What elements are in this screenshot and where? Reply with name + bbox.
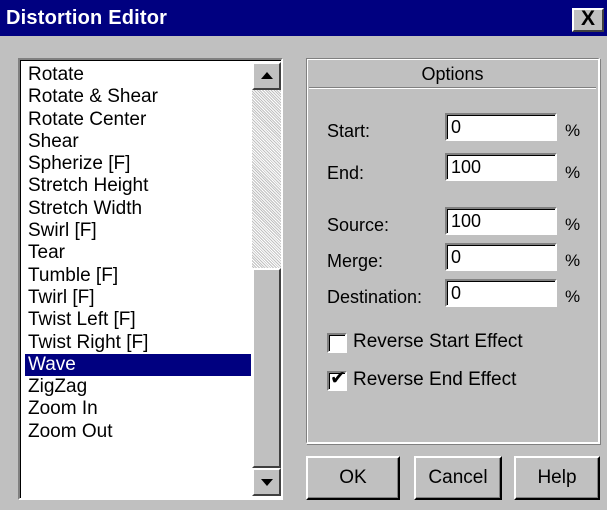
end-label: End: <box>327 163 365 183</box>
options-header: Options <box>309 61 596 88</box>
scroll-thumb[interactable] <box>252 268 281 468</box>
source-percent: % <box>565 215 581 234</box>
list-item[interactable]: Tear <box>25 242 251 264</box>
merge-percent: % <box>565 251 581 270</box>
destination-input[interactable]: 0 <box>445 279 557 307</box>
window-title: Distortion Editor <box>6 7 168 29</box>
options-panel: Options Start: 0 % End: 100 % Source: 10… <box>306 58 600 444</box>
list-item[interactable]: Wave <box>25 353 251 377</box>
list-item[interactable]: Swirl [F] <box>25 220 251 242</box>
list-item[interactable]: Twist Right [F] <box>25 332 251 354</box>
merge-input[interactable]: 0 <box>445 243 557 271</box>
distortion-list-items: Rotate Rotate & Shear Rotate Center Shear Sp… <box>25 64 251 443</box>
start-percent: % <box>565 121 581 140</box>
help-button[interactable]: Help <box>514 456 600 500</box>
reverse-start-label: Reverse Start Effect <box>353 331 523 352</box>
reverse-start-checkbox[interactable] <box>327 333 347 353</box>
list-item[interactable]: Rotate Center <box>25 109 251 131</box>
list-item[interactable]: Rotate & Shear <box>25 86 251 108</box>
source-label: Source: <box>327 215 390 235</box>
start-label: Start: <box>327 121 371 141</box>
source-input[interactable]: 100 <box>445 207 557 235</box>
list-scrollbar[interactable] <box>252 62 281 496</box>
distortion-list[interactable]: Rotate Rotate & Shear Rotate Center Shear Sp… <box>18 58 283 500</box>
ok-button[interactable]: OK <box>306 456 400 500</box>
destination-percent: % <box>565 287 581 306</box>
list-item[interactable]: Twirl [F] <box>25 287 251 309</box>
scroll-up-button[interactable] <box>252 62 281 90</box>
list-item[interactable]: Stretch Width <box>25 198 251 220</box>
arrow-down-icon <box>261 479 273 486</box>
check-icon: ✔ <box>330 368 346 389</box>
start-input[interactable]: 0 <box>445 113 557 141</box>
list-item[interactable]: Zoom Out <box>25 421 251 443</box>
list-item[interactable]: Stretch Height <box>25 175 251 197</box>
end-input[interactable]: 100 <box>445 153 557 181</box>
list-item[interactable]: Twist Left [F] <box>25 309 251 331</box>
reverse-end-label: Reverse End Effect <box>353 369 517 390</box>
end-percent: % <box>565 163 581 182</box>
list-item[interactable]: Zoom In <box>25 398 251 420</box>
list-item[interactable]: Shear <box>25 131 251 153</box>
destination-label: Destination: <box>327 287 423 307</box>
close-button[interactable]: X <box>572 7 604 32</box>
title-bar: Distortion Editor X <box>0 0 607 36</box>
cancel-button[interactable]: Cancel <box>414 456 502 500</box>
list-item[interactable]: ZigZag <box>25 376 251 398</box>
close-icon: X <box>580 7 595 30</box>
scroll-down-button[interactable] <box>252 468 281 496</box>
merge-label: Merge: <box>327 251 384 271</box>
list-item[interactable]: Tumble [F] <box>25 265 251 287</box>
list-item[interactable]: Rotate <box>25 64 251 86</box>
arrow-up-icon <box>261 72 273 79</box>
list-item[interactable]: Spherize [F] <box>25 153 251 175</box>
reverse-end-checkbox[interactable]: ✔ <box>327 368 347 391</box>
